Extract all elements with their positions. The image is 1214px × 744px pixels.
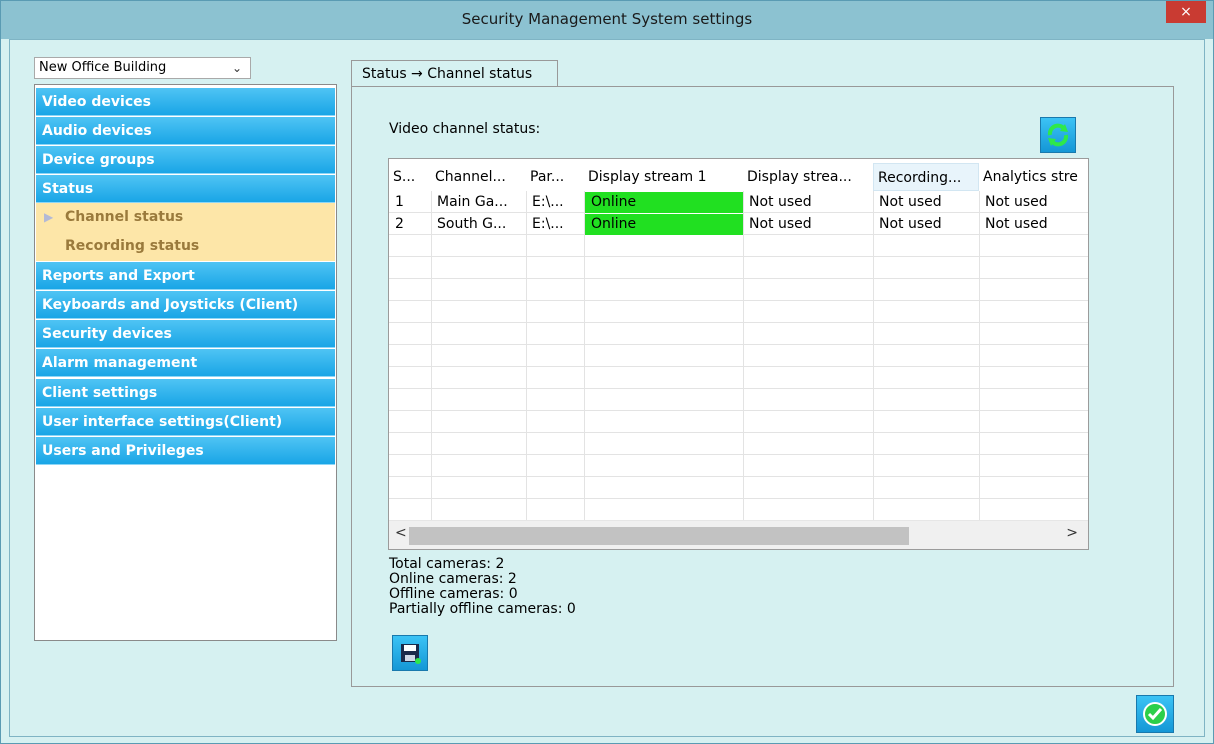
table-cell-display-stream-2[interactable]: Not used: [743, 214, 873, 235]
column-header-display-stream-2[interactable]: Display strea...: [743, 163, 873, 191]
close-button[interactable]: ×: [1166, 1, 1206, 23]
nav-sub-label: Channel status: [65, 209, 184, 225]
settings-window: Security Management System settings × Ne…: [0, 0, 1214, 744]
site-select[interactable]: New Office Building ⌄: [34, 57, 251, 79]
grid-line: [389, 344, 1088, 345]
channel-status-table: S... Channel... Par... Display stream 1 …: [388, 158, 1089, 550]
table-cell-analytics[interactable]: Not used: [979, 214, 1088, 235]
nav-item-video-devices[interactable]: Video devices: [36, 88, 335, 116]
stat-total-cameras: Total cameras: 2: [389, 556, 505, 572]
column-header-sequence[interactable]: S...: [389, 163, 431, 191]
grid-line: [389, 300, 1088, 301]
table-cell-sequence[interactable]: 1: [389, 192, 431, 213]
nav-item-device-groups[interactable]: Device groups: [36, 146, 335, 174]
panel-title: Video channel status:: [389, 121, 541, 137]
grid-line: [743, 191, 744, 521]
stat-online-cameras: Online cameras: 2: [389, 571, 517, 587]
stat-offline-cameras: Offline cameras: 0: [389, 586, 518, 602]
save-button[interactable]: [392, 635, 428, 671]
grid-line: [389, 410, 1088, 411]
grid-line: [389, 366, 1088, 367]
table-cell-sequence[interactable]: 2: [389, 214, 431, 235]
tab-channel-status[interactable]: Status → Channel status: [351, 60, 558, 87]
table-cell-channel[interactable]: Main Ga...: [431, 192, 526, 213]
stat-partial-offline-cameras: Partially offline cameras: 0: [389, 601, 576, 617]
nav-item-ui-settings[interactable]: User interface settings(Client): [36, 408, 335, 436]
horizontal-scrollbar[interactable]: < >: [389, 520, 1088, 549]
table-cell-partition[interactable]: E:\...: [526, 214, 584, 235]
grid-line: [389, 476, 1088, 477]
scroll-thumb[interactable]: [409, 527, 909, 545]
nav-item-status[interactable]: Status: [36, 175, 335, 203]
grid-line: [389, 388, 1088, 389]
column-header-partition[interactable]: Par...: [526, 163, 584, 191]
table-cell-display-stream-2[interactable]: Not used: [743, 192, 873, 213]
nav-item-reports-export[interactable]: Reports and Export: [36, 262, 335, 290]
selected-arrow-icon: ▶: [44, 210, 54, 224]
nav-sub-label: Recording status: [65, 238, 200, 254]
table-cell-partition[interactable]: E:\...: [526, 192, 584, 213]
column-header-display-stream-1[interactable]: Display stream 1: [584, 163, 743, 191]
nav-sub-channel-status[interactable]: ▶ Channel status: [36, 203, 335, 232]
grid-line: [389, 256, 1088, 257]
window-title: Security Management System settings: [461, 10, 753, 28]
table-cell-display-stream-1-online[interactable]: Online: [585, 192, 743, 213]
ok-check-icon: [1143, 702, 1167, 726]
nav-sub-recording-status[interactable]: Recording status: [36, 232, 335, 261]
grid-line: [873, 191, 874, 521]
grid-line: [431, 191, 432, 521]
grid-line: [389, 498, 1088, 499]
refresh-button[interactable]: [1040, 117, 1076, 153]
grid-line: [584, 191, 585, 521]
column-header-recording[interactable]: Recording...: [873, 163, 979, 191]
grid-line: [526, 191, 527, 521]
nav-item-alarm-management[interactable]: Alarm management: [36, 349, 335, 377]
grid-line: [389, 278, 1088, 279]
chevron-down-icon: ⌄: [231, 61, 242, 75]
grid-line: [389, 432, 1088, 433]
table-cell-recording[interactable]: Not used: [873, 192, 979, 213]
table-cell-analytics[interactable]: Not used: [979, 192, 1088, 213]
nav-item-security-devices[interactable]: Security devices: [36, 320, 335, 348]
save-icon: [401, 644, 421, 664]
table-cell-channel[interactable]: South G...: [431, 214, 526, 235]
refresh-icon: [1047, 123, 1069, 147]
table-cell-display-stream-1-online[interactable]: Online: [585, 214, 743, 235]
nav-item-client-settings[interactable]: Client settings: [36, 379, 335, 407]
nav-item-keyboards-joysticks[interactable]: Keyboards and Joysticks (Client): [36, 291, 335, 319]
column-header-channel[interactable]: Channel...: [431, 163, 526, 191]
site-select-value: New Office Building: [39, 60, 167, 75]
grid-line: [979, 191, 980, 521]
scroll-left-icon[interactable]: <: [395, 525, 407, 541]
table-cell-recording[interactable]: Not used: [873, 214, 979, 235]
column-header-analytics-stream[interactable]: Analytics stre: [979, 163, 1088, 191]
nav-item-users-privileges[interactable]: Users and Privileges: [36, 437, 335, 465]
nav-item-audio-devices[interactable]: Audio devices: [36, 117, 335, 145]
ok-button[interactable]: [1136, 695, 1174, 733]
settings-nav: Video devices Audio devices Device group…: [34, 84, 337, 641]
title-bar: Security Management System settings ×: [1, 1, 1213, 39]
grid-line: [389, 322, 1088, 323]
scroll-right-icon[interactable]: >: [1066, 525, 1078, 541]
grid-line: [389, 454, 1088, 455]
camera-stats: Total cameras: 2 Online cameras: 2 Offli…: [389, 557, 576, 617]
